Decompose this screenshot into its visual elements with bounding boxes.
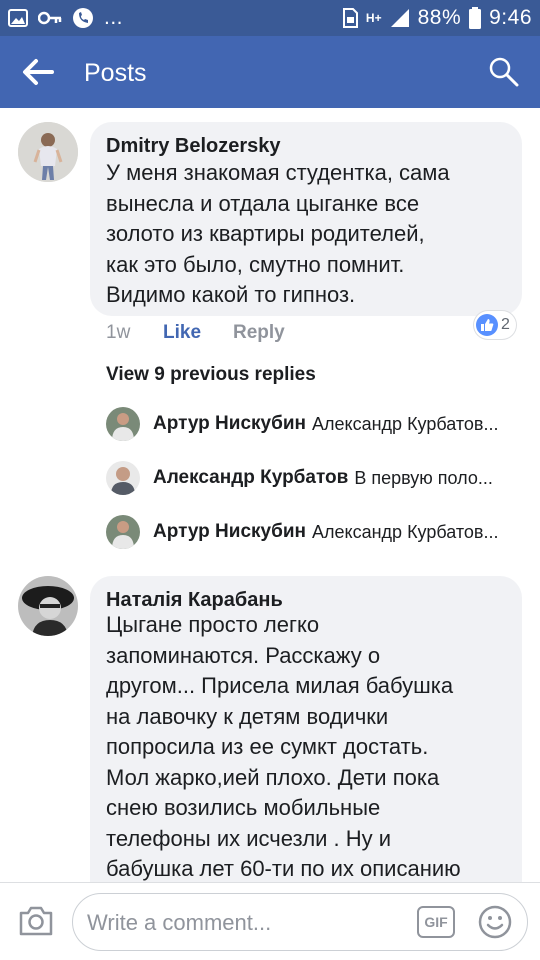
notification-icons: ... <box>8 6 123 30</box>
comment-timestamp: 1w <box>106 322 131 343</box>
page-title: Posts <box>84 59 147 87</box>
reply-button[interactable]: Reply <box>233 322 285 344</box>
reaction-badge[interactable]: 2 <box>474 311 516 339</box>
comment-input[interactable] <box>87 908 407 938</box>
reply-author: Александр Курбатов <box>153 467 349 488</box>
camera-icon <box>19 906 53 936</box>
like-button[interactable]: Like <box>163 322 201 344</box>
avatar <box>106 461 140 495</box>
comment-author[interactable]: Dmitry Belozersky <box>106 134 281 158</box>
battery-icon <box>469 7 482 29</box>
comment-line: запоминаются. Расскажу о <box>106 642 381 668</box>
comment-bubble: Dmitry Belozersky У меня знакомая студен… <box>90 122 522 316</box>
comment-line: золото из квартиры родителей, <box>106 221 425 246</box>
comment-line: вынесла и отдала цыганке все <box>106 190 420 216</box>
status-bar: ... H+ 88% 9:46 <box>0 0 540 36</box>
app-header: Posts <box>0 36 540 108</box>
comment-line: снею возились мобильные <box>106 795 381 820</box>
back-arrow-icon <box>23 59 54 85</box>
network-type: H+ <box>365 11 382 25</box>
reply-item[interactable]: Александр Курбатов В первую поло... <box>106 460 526 496</box>
user-avatar-icon <box>18 122 78 182</box>
comment-line: Цыгане просто легко <box>106 612 320 637</box>
comment-line: телефоны их исчезли . Ну и <box>106 825 392 851</box>
reply-author: Артур Нискубин <box>153 521 306 542</box>
comment-composer: GIF <box>0 882 540 960</box>
avatar[interactable] <box>18 576 78 636</box>
user-avatar-icon <box>106 515 140 549</box>
user-avatar-icon <box>106 407 140 441</box>
reply-preview: Александр Курбатов... <box>312 413 499 434</box>
back-button[interactable] <box>18 54 58 90</box>
comment-line: бабушка лет 60-ти по их описанию <box>106 856 461 881</box>
reply-preview: В первую поло... <box>354 467 493 488</box>
reply-preview: Александр Курбатов... <box>312 521 499 542</box>
more-notifications: ... <box>104 6 124 29</box>
comment-box: GIF <box>72 893 528 951</box>
comment-line: У меня знакомая студентка, сама <box>106 160 450 185</box>
image-icon <box>8 9 28 27</box>
search-button[interactable] <box>486 54 522 90</box>
reply-author: Артур Нискубин <box>153 413 306 434</box>
screen: ... H+ 88% 9:46 Posts Dmitry Belozersky … <box>0 0 540 960</box>
status-indicators: H+ 88% 9:46 <box>342 6 532 30</box>
signal-icon <box>390 9 409 27</box>
view-previous-replies[interactable]: View 9 previous replies <box>106 364 316 386</box>
comment-text: У меня знакомая студентка, сама вынесла … <box>106 158 516 311</box>
comment-line: Мол жарко,ией плохо. Дети пока <box>106 764 440 790</box>
camera-button[interactable] <box>18 905 54 937</box>
user-avatar-icon <box>18 576 78 636</box>
reply-item[interactable]: Артур Нискубин Александр Курбатов... <box>106 406 526 442</box>
comment-text: Цыгане просто легко запоминаются. Расска… <box>106 610 516 885</box>
comment-author[interactable]: Наталія Карабань <box>106 588 283 612</box>
avatar <box>106 515 140 549</box>
search-icon <box>489 57 519 87</box>
comment-line: попросила из ее сумкт достать. <box>106 734 429 759</box>
avatar <box>106 407 140 441</box>
battery-percent: 88% <box>417 6 462 29</box>
sim-icon <box>342 8 358 28</box>
key-icon <box>38 11 62 25</box>
smiley-icon <box>478 905 512 939</box>
avatar[interactable] <box>18 122 78 182</box>
gif-button[interactable]: GIF <box>417 906 455 938</box>
like-reaction-icon <box>476 314 498 336</box>
reaction-count: 2 <box>501 316 510 333</box>
reply-item[interactable]: Артур Нискубин Александр Курбатов... <box>106 514 526 550</box>
emoji-button[interactable] <box>477 904 513 940</box>
comment-bubble: Наталія Карабань Цыгане просто легко зап… <box>90 576 522 906</box>
comment-line: Видимо какой то гипноз. <box>106 282 356 307</box>
comment-line: другом... Присела милая бабушка <box>106 673 454 698</box>
user-avatar-icon <box>106 461 140 495</box>
comment-line: как это было, смутно помнит. <box>106 251 405 277</box>
comment-line: на лавочку к детям водички <box>106 703 389 729</box>
phone-call-icon <box>73 8 93 28</box>
clock: 9:46 <box>489 6 532 29</box>
